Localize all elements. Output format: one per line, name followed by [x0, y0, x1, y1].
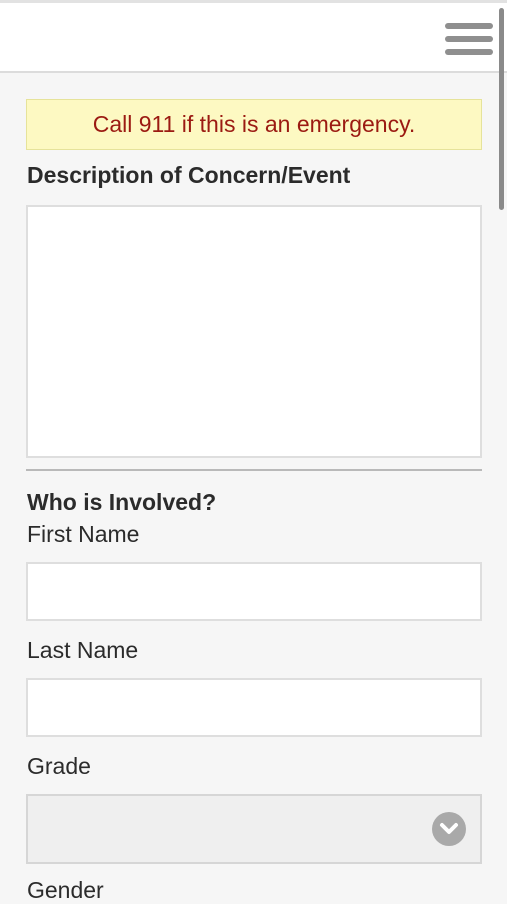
first-name-input[interactable] [26, 562, 482, 621]
description-label: Description of Concern/Event [27, 162, 351, 188]
menu-bar-bottom [445, 49, 493, 55]
who-involved-heading: Who is Involved? [27, 489, 217, 515]
last-name-input[interactable] [26, 678, 482, 737]
hamburger-menu-icon[interactable] [445, 21, 493, 59]
page-scrollbar[interactable] [499, 8, 504, 210]
last-name-label: Last Name [27, 637, 139, 663]
emergency-alert: Call 911 if this is an emergency. [26, 99, 482, 150]
grade-select[interactable] [26, 794, 482, 864]
emergency-alert-text: Call 911 if this is an emergency. [92, 111, 416, 137]
first-name-label: First Name [27, 521, 140, 547]
menu-bar-middle [445, 36, 493, 42]
menu-bar-top [445, 23, 493, 29]
section-divider [26, 469, 482, 471]
app-header [0, 0, 507, 73]
chevron-down-icon [432, 812, 466, 846]
description-textarea[interactable] [26, 205, 482, 458]
grade-label: Grade [27, 753, 91, 779]
